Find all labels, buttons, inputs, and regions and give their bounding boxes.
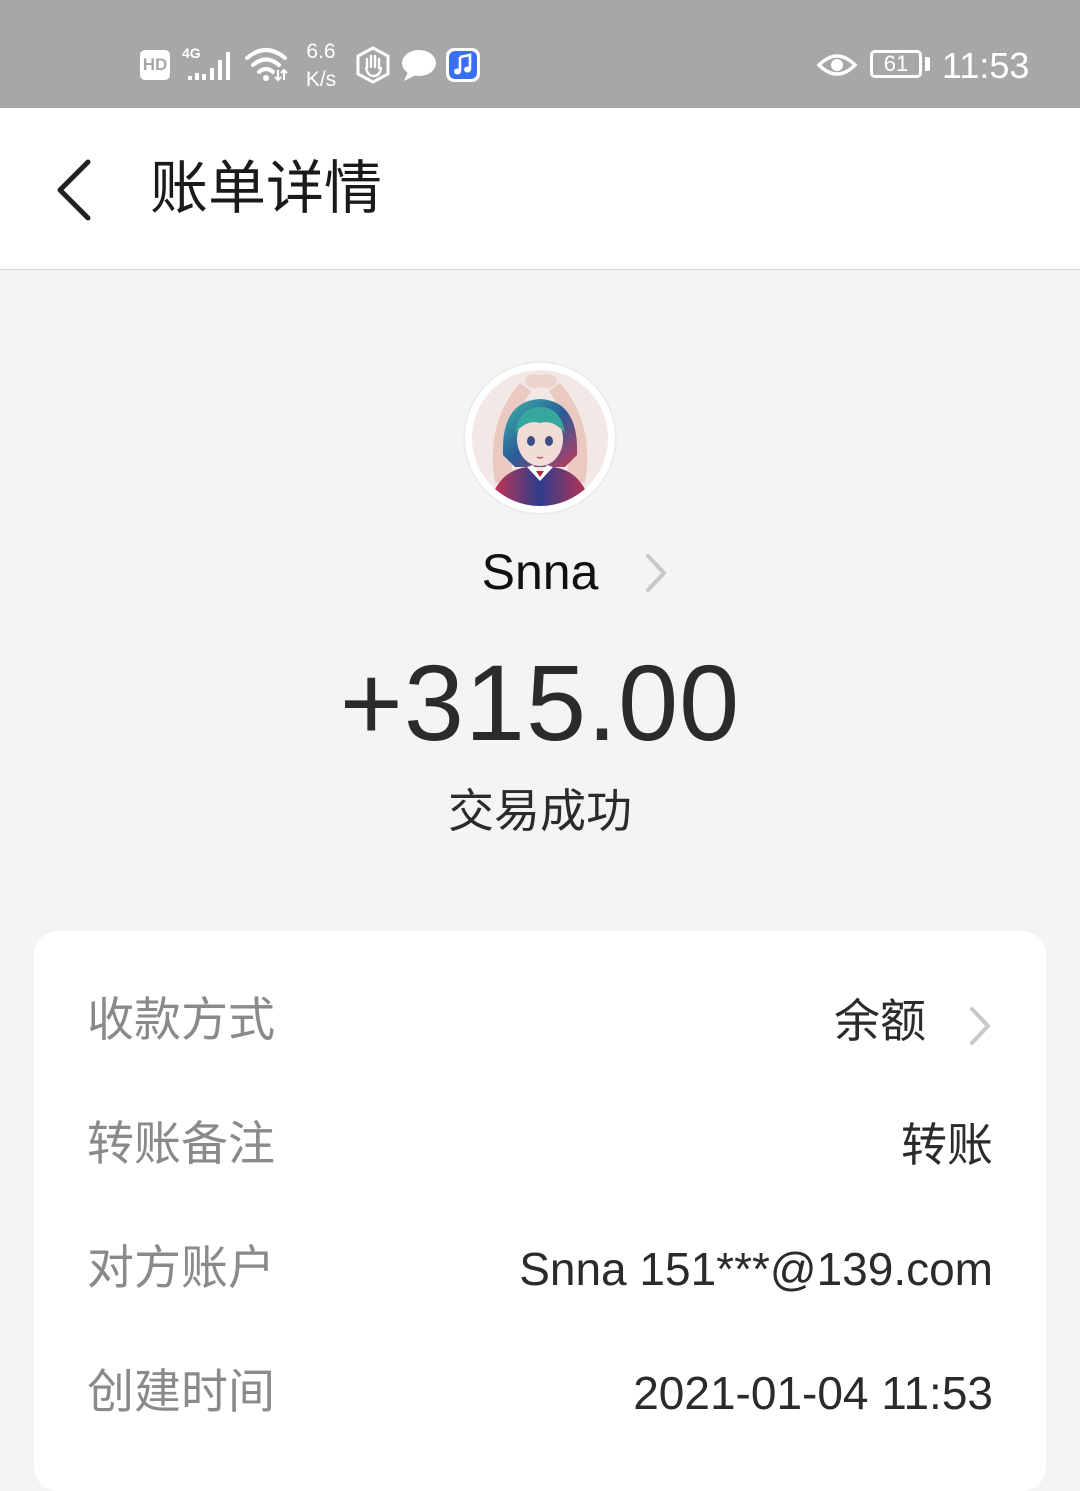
detail-value: Snna 151***@139.com [519,1243,993,1295]
avatar[interactable] [465,363,615,513]
payer-profile-link[interactable]: Snna [0,534,1080,610]
back-button[interactable] [44,152,108,228]
chevron-right-icon [970,1007,990,1045]
detail-label: 创建时间 [87,1365,275,1420]
network-type-label: 4G [182,45,201,61]
payer-name: Snna [481,544,599,600]
app-header: 账单详情 [0,108,1080,270]
chat-icon [400,48,438,82]
detail-value: 转账 [901,1118,993,1172]
transaction-status: 交易成功 [448,784,632,838]
detail-label: 转账备注 [87,1117,275,1172]
detail-row-created-time: 创建时间 2021-01-04 11:53 [34,1343,1046,1443]
details-card: 收款方式 余额 转账备注 转账 对方账户 Snna 151***@139.com… [34,931,1046,1491]
chevron-left-icon [57,159,91,221]
detail-row-remark: 转账备注 转账 [34,1095,1046,1195]
detail-row-counterparty-account: 对方账户 Snna 151***@139.com [34,1219,1046,1319]
detail-value: 2021-01-04 11:53 [633,1367,993,1419]
detail-row-payment-method[interactable]: 收款方式 余额 [34,971,1046,1071]
music-icon [446,48,480,82]
page-title: 账单详情 [150,154,383,222]
wifi-icon [244,44,290,84]
speed-unit: K/s [305,68,337,91]
eye-icon [816,48,858,82]
hand-icon [354,46,392,84]
detail-value: 余额 [834,994,926,1048]
hd-icon: HD [140,50,170,80]
signal-icon: 4G [182,44,240,84]
transaction-amount: +315.00 [339,642,741,763]
network-speed: 6.6 K/s [300,38,342,94]
detail-label: 对方账户 [87,1241,275,1296]
avatar-image [472,370,608,506]
status-bar: HD 4G 6.6 K/s 61 11:53 [0,0,1080,108]
chevron-right-icon [646,554,666,592]
battery-icon: 61 [870,50,922,78]
detail-label: 收款方式 [87,993,275,1048]
speed-value: 6.6 [306,40,336,63]
battery-tip [925,57,930,71]
status-time: 11:53 [942,45,1030,86]
